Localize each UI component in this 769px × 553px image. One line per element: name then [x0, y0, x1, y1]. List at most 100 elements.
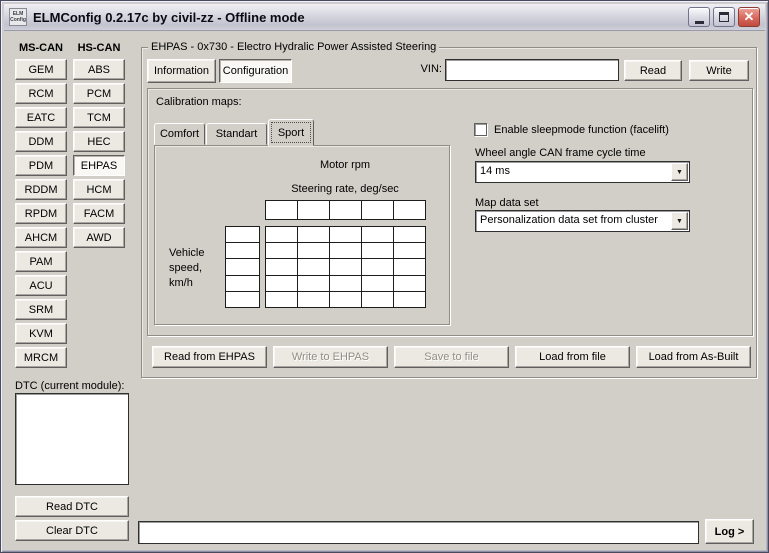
titlebar[interactable]: ELM Config ELMConfig 0.2.17c by civil-zz…: [4, 4, 765, 31]
combo-arrow-icon: ▼: [671, 212, 688, 230]
sleepmode-label: Enable sleepmode function (facelift): [494, 124, 669, 136]
map-cell[interactable]: [394, 259, 425, 274]
map-cell[interactable]: [330, 227, 361, 242]
map-cell[interactable]: [362, 276, 393, 291]
module-button-tcm[interactable]: TCM: [73, 107, 125, 128]
map-cell[interactable]: [362, 243, 393, 258]
close-icon: ✕: [744, 9, 755, 25]
vin-label: VIN:: [400, 63, 442, 75]
module-button-hcm[interactable]: HCM: [73, 179, 125, 200]
hs-can-header: HS-CAN: [73, 42, 125, 54]
map-data-set-dropdown[interactable]: Personalization data set from cluster ▼: [475, 210, 690, 232]
steering-rate-cell[interactable]: [298, 201, 329, 219]
map-cell[interactable]: [298, 259, 329, 274]
ms-can-column: GEM RCM EATC DDM PDM RDDM RPDM AHCM PAM …: [15, 59, 67, 368]
map-tab-comfort[interactable]: Comfort: [154, 123, 205, 145]
wheel-angle-label: Wheel angle CAN frame cycle time: [475, 147, 646, 159]
map-cell[interactable]: [298, 292, 329, 307]
map-cell[interactable]: [362, 259, 393, 274]
map-cell[interactable]: [394, 276, 425, 291]
map-cell[interactable]: [330, 276, 361, 291]
map-cell[interactable]: [298, 276, 329, 291]
module-button-gem[interactable]: GEM: [15, 59, 67, 80]
window-title: ELMConfig 0.2.17c by civil-zz - Offline …: [33, 10, 688, 25]
module-button-rpdm[interactable]: RPDM: [15, 203, 67, 224]
hs-can-column: ABS PCM TCM HEC EHPAS HCM FACM AWD: [73, 59, 125, 248]
module-button-ehpas[interactable]: EHPAS: [73, 155, 125, 176]
module-button-mrcm[interactable]: MRCM: [15, 347, 67, 368]
write-to-ehpas-button: Write to EHPAS: [273, 346, 388, 368]
module-button-ahcm[interactable]: AHCM: [15, 227, 67, 248]
module-button-facm[interactable]: FACM: [73, 203, 125, 224]
module-button-hec[interactable]: HEC: [73, 131, 125, 152]
module-button-ddm[interactable]: DDM: [15, 131, 67, 152]
map-cell[interactable]: [394, 243, 425, 258]
wheel-angle-dropdown[interactable]: 14 ms ▼: [475, 161, 690, 183]
module-button-rcm[interactable]: RCM: [15, 83, 67, 104]
map-tab-standart[interactable]: Standart: [206, 123, 267, 145]
close-button[interactable]: ✕: [738, 7, 760, 27]
vehicle-speed-column: [225, 226, 260, 308]
map-cell[interactable]: [362, 227, 393, 242]
sleepmode-checkbox[interactable]: [474, 123, 487, 136]
steering-rate-cell[interactable]: [362, 201, 393, 219]
vehicle-speed-cell[interactable]: [226, 227, 259, 242]
map-cell[interactable]: [394, 227, 425, 242]
vin-input[interactable]: [445, 59, 619, 81]
map-cell[interactable]: [298, 227, 329, 242]
configuration-tab-button[interactable]: Configuration: [219, 59, 292, 83]
map-cell[interactable]: [362, 292, 393, 307]
information-tab-button[interactable]: Information: [147, 59, 216, 83]
minimize-icon: [695, 21, 704, 24]
module-button-srm[interactable]: SRM: [15, 299, 67, 320]
dtc-list[interactable]: [15, 393, 129, 485]
vehicle-speed-label-line: km/h: [169, 276, 204, 291]
load-from-file-button[interactable]: Load from file: [515, 346, 630, 368]
module-button-rddm[interactable]: RDDM: [15, 179, 67, 200]
map-data-set-selected-value: Personalization data set from cluster: [480, 214, 669, 226]
steering-rate-cell[interactable]: [394, 201, 425, 219]
app-window: ELM Config ELMConfig 0.2.17c by civil-zz…: [0, 0, 769, 553]
map-cell[interactable]: [330, 243, 361, 258]
module-button-kvm[interactable]: KVM: [15, 323, 67, 344]
load-from-asbuilt-button[interactable]: Load from As-Built: [636, 346, 751, 368]
map-cell[interactable]: [298, 243, 329, 258]
map-tab-sport[interactable]: Sport: [268, 119, 314, 146]
minimize-button[interactable]: [688, 7, 710, 27]
map-cell[interactable]: [266, 276, 297, 291]
status-log-input[interactable]: [138, 521, 699, 544]
steering-rate-cell[interactable]: [330, 201, 361, 219]
module-button-acu[interactable]: ACU: [15, 275, 67, 296]
vehicle-speed-cell[interactable]: [226, 292, 259, 307]
save-to-file-button: Save to file: [394, 346, 509, 368]
map-cell[interactable]: [394, 292, 425, 307]
log-button[interactable]: Log >: [705, 519, 754, 544]
read-from-ehpas-button[interactable]: Read from EHPAS: [152, 346, 267, 368]
steering-rate-cell[interactable]: [266, 201, 297, 219]
clear-dtc-button[interactable]: Clear DTC: [15, 520, 129, 541]
map-cell[interactable]: [266, 259, 297, 274]
wheel-angle-selected-value: 14 ms: [480, 165, 669, 177]
map-cell[interactable]: [266, 243, 297, 258]
map-cell[interactable]: [330, 292, 361, 307]
vehicle-speed-cell[interactable]: [226, 276, 259, 291]
module-button-abs[interactable]: ABS: [73, 59, 125, 80]
module-button-pcm[interactable]: PCM: [73, 83, 125, 104]
steering-rate-header-row: [265, 200, 426, 220]
module-button-awd[interactable]: AWD: [73, 227, 125, 248]
map-cell[interactable]: [266, 292, 297, 307]
dtc-label: DTC (current module):: [15, 380, 124, 392]
map-cell[interactable]: [266, 227, 297, 242]
vin-read-button[interactable]: Read: [624, 60, 682, 81]
read-dtc-button[interactable]: Read DTC: [15, 496, 129, 517]
maximize-button[interactable]: [713, 7, 735, 27]
module-button-pdm[interactable]: PDM: [15, 155, 67, 176]
vin-write-button[interactable]: Write: [689, 60, 749, 81]
module-groupbox: EHPAS - 0x730 - Electro Hydralic Power A…: [141, 47, 757, 378]
ms-can-header: MS-CAN: [15, 42, 67, 54]
vehicle-speed-cell[interactable]: [226, 243, 259, 258]
map-cell[interactable]: [330, 259, 361, 274]
module-button-eatc[interactable]: EATC: [15, 107, 67, 128]
vehicle-speed-cell[interactable]: [226, 259, 259, 274]
module-button-pam[interactable]: PAM: [15, 251, 67, 272]
